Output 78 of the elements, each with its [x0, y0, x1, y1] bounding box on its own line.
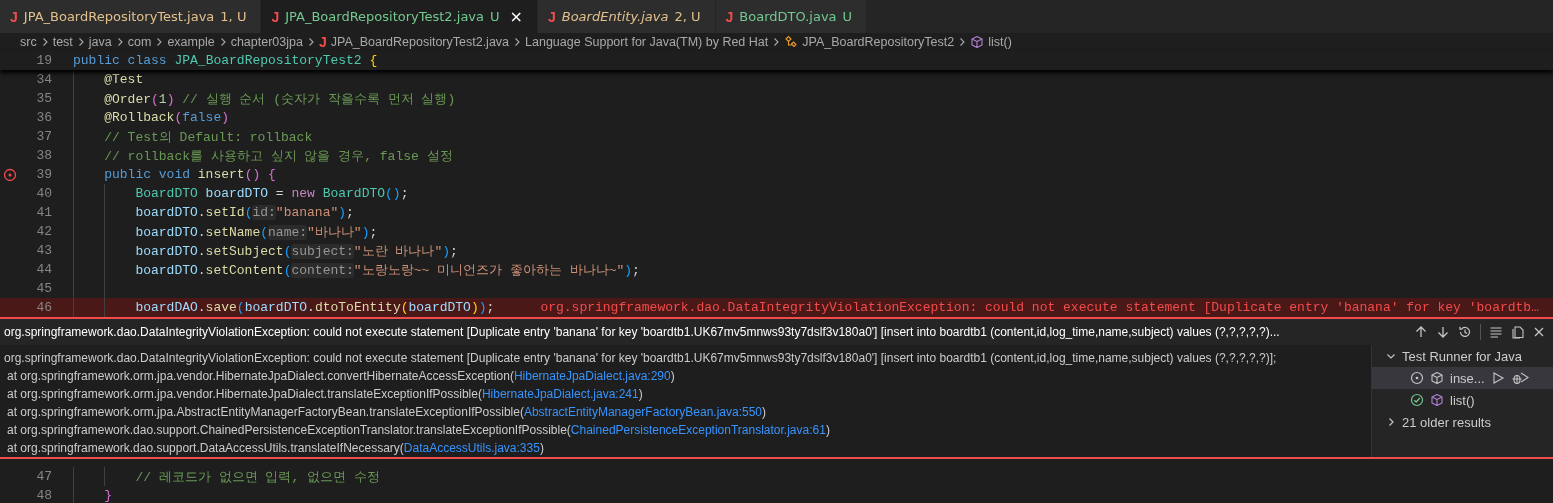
code-line: public class JPA_BoardRepositoryTest2 { — [73, 53, 378, 68]
line-number: 38 — [35, 148, 52, 163]
test-result-item[interactable]: inse... — [1372, 367, 1553, 389]
breadcrumb-item[interactable]: java — [88, 35, 112, 49]
editor-tab[interactable]: J BoardDTO.java U — [715, 0, 868, 33]
code-line: // 레코드가 없으면 입력, 없으면 수정 — [135, 468, 380, 486]
close-icon[interactable]: × — [509, 7, 523, 26]
code-line: @Rollback(false) — [104, 110, 230, 125]
code-line: boardDTO.setContent(content:"노랑노랑~~ 미니언즈가 좋아하는 바나나~"); — [135, 261, 640, 279]
file-link[interactable]: HibernateJpaDialect.java:241 — [481, 387, 639, 401]
line-number: 44 — [35, 262, 52, 277]
line-number: 48 — [35, 488, 52, 503]
cube-icon — [970, 35, 985, 49]
inline-error-message: org.springframework.dao.DataIntegrityViolationException: could not execute statement [Duplicate entry 'banana' for key 'boardtb… — [540, 300, 1539, 315]
line-number: 43 — [35, 243, 52, 258]
line-number: 42 — [35, 224, 52, 239]
editor-tab[interactable]: J JPA_BoardRepositoryTest.java 1, U — [0, 0, 262, 33]
code-line: boardDTO.setSubject(subject:"노란 바나나"); — [135, 242, 458, 260]
older-results-item[interactable]: 21 older results — [1372, 411, 1553, 433]
breadcrumb-item[interactable]: test — [52, 35, 73, 49]
code-line: public void insert() { — [104, 167, 276, 182]
line-number: 40 — [35, 186, 52, 201]
close-icon[interactable] — [1533, 326, 1545, 338]
line-number: 34 — [35, 72, 52, 87]
breadcrumb-item[interactable]: example — [167, 35, 215, 49]
stack-trace-line: at org.springframework.dao.support.ChainedPersistenceExceptionTranslator.translateExceptionIfPossible(ChainedPersistenceExceptionTranslator.java:61) — [6, 422, 831, 439]
code-line: boardDTO.setName(name:"바나나"); — [135, 223, 378, 241]
code-line: // rollback를 사용하고 싶지 않을 경우, false 설정 — [104, 147, 453, 165]
breadcrumb-item[interactable]: list() — [970, 35, 1012, 49]
breadcrumb-item[interactable]: JPA_BoardRepositoryTest2 — [784, 35, 955, 49]
debug-icon[interactable] — [1510, 371, 1529, 385]
chevron-icon[interactable] — [1386, 351, 1396, 361]
breadcrumb-item[interactable]: J JPA_BoardRepositoryTest2.java — [318, 34, 510, 50]
breadcrumb-item[interactable]: chapter03jpa — [230, 35, 303, 49]
file-link[interactable]: AbstractEntityManagerFactoryBean.java:550 — [523, 405, 763, 419]
test-result-item[interactable]: list() — [1372, 389, 1553, 411]
peek-title: org.springframework.dao.DataIntegrityViolationException: could not execute statement [Duplicate entry 'banana' for key 'boardtb1.UK67mv5mnws93ty7dslf3v180a0'] [insert into boardtb1 (content,id,log_time,name,subject) values (?,?,?,?,?)... — [4, 325, 1281, 339]
line-number: 36 — [35, 110, 52, 125]
breadcrumb-item[interactable]: com — [127, 35, 152, 49]
arrow-down-icon[interactable] — [1436, 325, 1450, 339]
stack-trace-line: at org.springframework.orm.jpa.AbstractEntityManagerFactoryBean.translateExceptionIfPossible(AbstractEntityManagerFactoryBean.java:550) — [6, 404, 768, 421]
file-link[interactable]: DataAccessUtils.java:335 — [403, 441, 540, 455]
run-icon[interactable] — [1490, 371, 1505, 385]
line-number: 35 — [35, 91, 52, 106]
file-link[interactable]: HibernateJpaDialect.java:290 — [513, 369, 671, 383]
cube-icon — [1430, 393, 1444, 407]
stack-trace-line: at org.springframework.orm.jpa.vendor.HibernateJpaDialect.translateExceptionIfPossible(HibernateJpaDialect.java:241) — [6, 386, 644, 403]
history-icon[interactable] — [1458, 325, 1472, 339]
open-file-icon[interactable] — [1511, 325, 1525, 339]
code-line: } — [104, 488, 112, 503]
code-line: boardDAO.save(boardDTO.dtoToEntity(boardDTO)); — [135, 300, 495, 315]
line-number: 19 — [35, 53, 52, 68]
code-line: boardDTO.setId(id:"banana"); — [135, 205, 354, 220]
code-line: BoardDTO boardDTO = new BoardDTO(); — [135, 186, 409, 201]
line-number: 41 — [35, 205, 52, 220]
file-link[interactable]: ChainedPersistenceExceptionTranslator.java:61 — [570, 423, 826, 437]
test-group-item[interactable]: Test Runner for Java — [1372, 345, 1553, 367]
editor-tab[interactable]: J JPA_BoardRepositoryTest2.java U × — [261, 0, 538, 33]
collapse-icon[interactable] — [1489, 325, 1503, 339]
code-line: @Order(1) // 실행 순서 (숫자가 작을수록 먼저 실행) — [104, 90, 456, 108]
line-number: 37 — [35, 129, 52, 144]
arrow-up-icon[interactable] — [1414, 325, 1428, 339]
chevron-icon[interactable] — [1386, 417, 1396, 427]
editor-tab[interactable]: J BoardEntity.java 2, U — [537, 0, 716, 33]
code-line: // Test의 Default: rollback — [104, 128, 313, 146]
stack-trace-line: at org.springframework.orm.jpa.vendor.HibernateJpaDialect.convertHibernateAccessException(HibernateJpaDialect.java:290) — [6, 368, 676, 385]
breadcrumb-item[interactable]: Language Support for Java(TM) by Red Hat — [525, 35, 769, 49]
cube-icon — [1430, 371, 1444, 385]
line-number: 46 — [35, 300, 52, 315]
class-icon — [784, 35, 799, 49]
code-line: @Test — [104, 72, 144, 87]
breadcrumb-item[interactable]: src — [20, 35, 37, 49]
exception-message: org.springframework.dao.DataIntegrityViolationException: could not execute statement [Duplicate entry 'banana' for key 'boardtb1.UK67mv5mnws93ty7dslf3v180a0'] [insert into boardtb1 (content,id,log_time,name,subject) values (?,?,?,?,?)]; — [4, 350, 1278, 367]
line-number: 45 — [35, 281, 52, 296]
stack-trace-line: at org.springframework.dao.support.DataAccessUtils.translateIfNecessary(DataAccessUtils.java:335) — [6, 440, 545, 457]
test-failed-icon[interactable] — [3, 167, 17, 182]
line-number: 47 — [35, 469, 52, 484]
line-number: 39 — [35, 167, 52, 182]
